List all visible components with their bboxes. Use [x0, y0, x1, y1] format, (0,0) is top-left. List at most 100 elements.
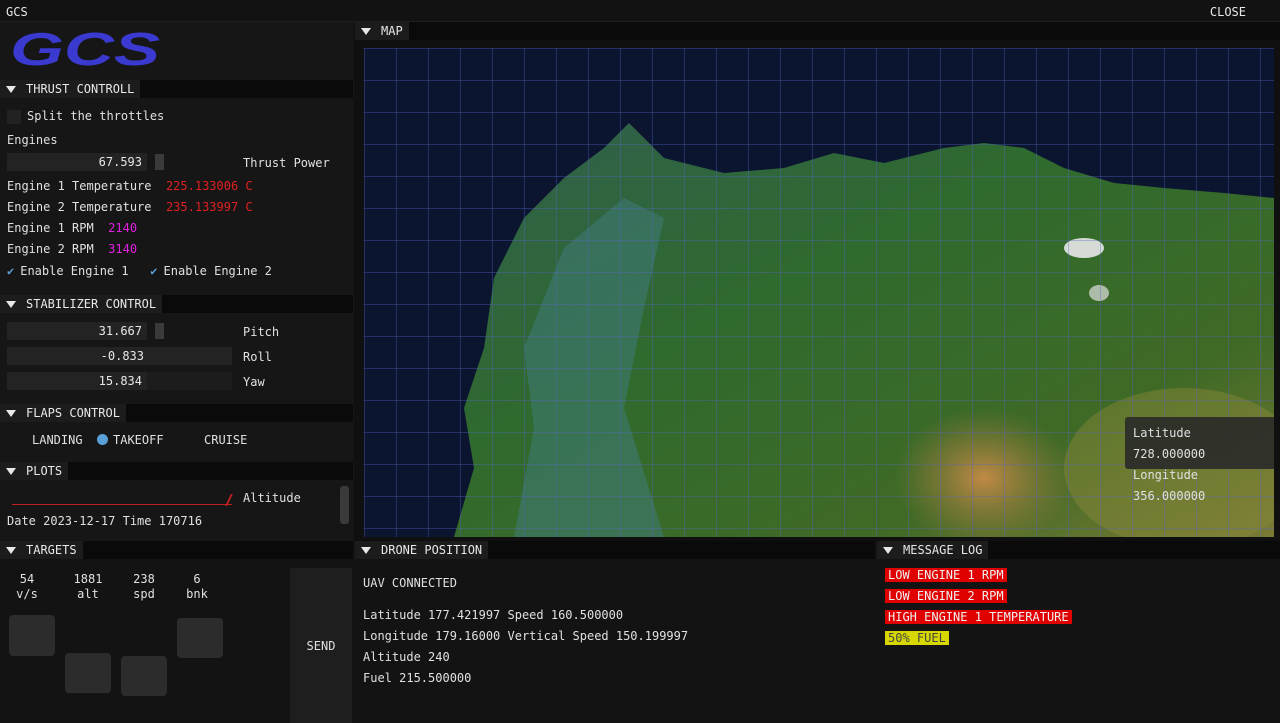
engine2-rpm-value: 3140: [108, 242, 138, 256]
vs-slider-knob[interactable]: [9, 615, 55, 656]
satellite-map[interactable]: Latitude 728.000000 Longitude 356.000000: [364, 48, 1274, 537]
drone-fuel: Fuel 215.500000: [363, 671, 472, 685]
log-entry: HIGH ENGINE 1 TEMPERATURE: [885, 610, 1072, 624]
send-button[interactable]: SEND: [290, 568, 352, 723]
target-vs: 54 v/s: [12, 572, 42, 602]
altitude-plot-label: Altitude: [243, 491, 301, 505]
spd-slider-knob[interactable]: [121, 656, 167, 696]
control-panel: GCS THRUST CONTROLL Split the throttles …: [0, 22, 354, 542]
target-bnk: 6 bnk: [182, 572, 212, 602]
engine2-temp-value: 235.133997 C: [165, 200, 253, 214]
target-spd-unit: spd: [133, 587, 155, 601]
bnk-slider-knob[interactable]: [177, 618, 223, 658]
engine2-temp-label: Engine 2 Temperature: [7, 200, 152, 214]
engine1-rpm-row: Engine 1 RPM 2140: [7, 221, 137, 235]
enable-engine1-label: Enable Engine 1: [20, 264, 129, 278]
targets-section-header[interactable]: TARGETS: [0, 541, 353, 559]
close-button[interactable]: CLOSE: [1210, 5, 1246, 19]
drone-header: DRONE POSITION: [381, 543, 483, 557]
split-throttles-row[interactable]: Split the throttles: [7, 109, 164, 124]
engine2-rpm-label: Engine 2 RPM: [7, 242, 94, 256]
split-throttles-checkbox[interactable]: [7, 109, 21, 124]
drone-lon-vspeed: Longitude 179.16000 Vertical Speed 150.1…: [363, 629, 689, 643]
yaw-slider-track[interactable]: [147, 372, 232, 390]
flaps-header: FLAPS CONTROL: [26, 406, 120, 420]
flap-option-cruise[interactable]: CRUISE: [204, 433, 247, 447]
plots-section-header[interactable]: PLOTS: [0, 462, 353, 480]
title-bar: GCS CLOSE: [0, 0, 1280, 22]
collapse-triangle-icon: [6, 300, 16, 308]
collapse-triangle-icon: [361, 546, 371, 554]
altitude-plot-line: [12, 504, 232, 505]
pitch-slider[interactable]: 31.667: [7, 322, 147, 340]
plots-scrollbar[interactable]: [340, 486, 349, 524]
engine-enable-row: ✔ Enable Engine 1 ✔ Enable Engine 2: [7, 264, 272, 278]
enable-engine2-label: Enable Engine 2: [163, 264, 272, 278]
yaw-slider[interactable]: 15.834: [7, 372, 147, 390]
engine1-temp-value: 225.133006 C: [165, 179, 253, 193]
alt-slider-knob[interactable]: [65, 653, 111, 693]
map-header: MAP: [381, 24, 403, 38]
enable-engine1-checkbox[interactable]: ✔ Enable Engine 1: [7, 264, 129, 278]
stabilizer-section-header[interactable]: STABILIZER CONTROL: [0, 295, 353, 313]
engine1-temp-label: Engine 1 Temperature: [7, 179, 152, 193]
latitude-label: Latitude: [1133, 426, 1191, 440]
flap-option-landing[interactable]: LANDING: [32, 433, 83, 447]
map-section-header[interactable]: MAP: [355, 22, 1280, 40]
collapse-triangle-icon: [6, 409, 16, 417]
log-entry: LOW ENGINE 2 RPM: [885, 589, 1007, 603]
engine1-temp-row: Engine 1 Temperature 225.133006 C: [7, 179, 253, 193]
enable-engine2-checkbox[interactable]: ✔ Enable Engine 2: [150, 264, 272, 278]
roll-slider[interactable]: -0.833: [7, 347, 232, 365]
target-spd: 238 spd: [127, 572, 161, 602]
gcs-logo: GCS: [10, 27, 160, 69]
longitude-label: Longitude: [1133, 468, 1199, 482]
engine1-rpm-value: 2140: [108, 221, 138, 235]
logo-text: GCS: [10, 27, 160, 69]
flaps-section-header[interactable]: FLAPS CONTROL: [0, 404, 353, 422]
thrust-section-header[interactable]: THRUST CONTROLL: [0, 80, 353, 98]
checkmark-icon: ✔: [7, 264, 15, 278]
collapse-triangle-icon: [361, 27, 371, 35]
collapse-triangle-icon: [6, 85, 16, 93]
engine2-rpm-row: Engine 2 RPM 3140: [7, 242, 137, 256]
collapse-triangle-icon: [6, 546, 16, 554]
roll-label: Roll: [243, 350, 272, 364]
engines-label: Engines: [7, 133, 58, 147]
log-entry: 50% FUEL: [885, 631, 949, 645]
target-vs-value: 54: [19, 572, 35, 586]
engine1-rpm-label: Engine 1 RPM: [7, 221, 94, 235]
thrust-header: THRUST CONTROLL: [26, 82, 135, 96]
target-spd-value: 238: [133, 572, 155, 586]
drone-lat-speed: Latitude 177.421997 Speed 160.500000: [363, 608, 624, 622]
stabilizer-header: STABILIZER CONTROL: [26, 297, 157, 311]
message-log-title: MESSAGE LOG: [903, 543, 983, 557]
target-bnk-value: 6: [193, 572, 201, 586]
coordinate-tooltip: Latitude 728.000000 Longitude 356.000000: [1125, 417, 1274, 503]
bottom-panels: TARGETS 54 v/s 1881 alt 238 spd 6 bnk SE…: [0, 541, 1280, 723]
thrust-power-label: Thrust Power: [243, 156, 330, 170]
yaw-label: Yaw: [243, 375, 265, 389]
uav-status: UAV CONNECTED: [363, 576, 457, 590]
longitude-value: 356.000000: [1133, 489, 1206, 503]
flap-option-takeoff[interactable]: TAKEOFF: [97, 433, 164, 447]
longitude-readout: Longitude 356.000000: [1133, 465, 1269, 507]
engine2-temp-row: Engine 2 Temperature 235.133997 C: [7, 200, 253, 214]
drone-section-header[interactable]: DRONE POSITION: [355, 541, 875, 559]
target-alt-unit: alt: [77, 587, 99, 601]
flap-option-takeoff-label: TAKEOFF: [113, 433, 164, 447]
checkmark-icon: ✔: [150, 264, 158, 278]
app-title: GCS: [6, 5, 28, 19]
split-throttles-label: Split the throttles: [27, 109, 165, 123]
thrust-slider-knob[interactable]: [155, 154, 164, 170]
thrust-power-slider[interactable]: 67.593: [7, 153, 147, 171]
target-alt-value: 1881: [73, 572, 103, 586]
collapse-triangle-icon: [6, 467, 16, 475]
target-bnk-unit: bnk: [186, 587, 208, 601]
drone-altitude: Altitude 240: [363, 650, 450, 664]
message-log-header[interactable]: MESSAGE LOG: [877, 541, 1280, 559]
pitch-slider-knob[interactable]: [155, 323, 164, 339]
log-entry: LOW ENGINE 1 RPM: [885, 568, 1007, 582]
plots-header: PLOTS: [26, 464, 63, 478]
latitude-readout: Latitude 728.000000: [1133, 423, 1269, 465]
